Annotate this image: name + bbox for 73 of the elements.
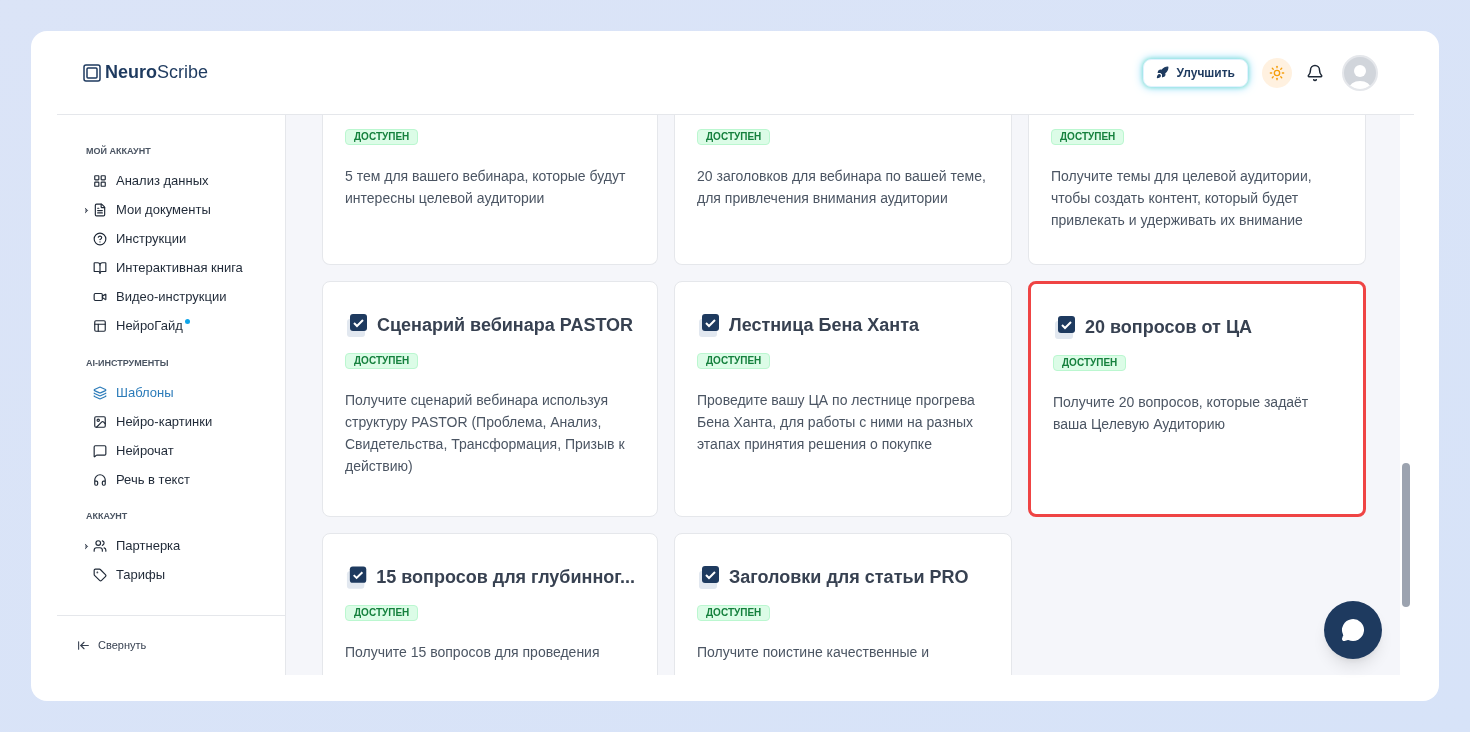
sidebar-item[interactable]: Интерактивная книга bbox=[86, 253, 285, 283]
status-badge: ДОСТУПЕН bbox=[1053, 355, 1127, 371]
card-description: Получите поистине качественные и bbox=[697, 643, 931, 662]
template-card[interactable]: Лестница Бена Ханта ДОСТУПЕН Проведите вашу ЦА по лестнице прогрева Бена Ханта, для работы с ними на разных этапах принятия решения о покупке bbox=[674, 281, 1012, 517]
checkbox-icon bbox=[697, 564, 721, 591]
section-heading: АККАУНТ bbox=[86, 510, 129, 523]
notification-bell-icon[interactable] bbox=[1306, 63, 1324, 82]
card-title: Лестница Бена Ханта bbox=[729, 314, 919, 337]
status-badge: ДОСТУПЕН bbox=[697, 353, 771, 369]
status-badge: ДОСТУПЕН bbox=[697, 129, 771, 145]
card-description: Получите сценарий вебинара используя структуру PASTOR (Проблема, Анализ, Свидетельства, Трансформация, Призыв к действию) bbox=[345, 391, 626, 476]
book-icon bbox=[93, 261, 107, 275]
template-card[interactable]: ДОСТУПЕН Получите темы для целевой аудитории, чтобы создать контент, который будет привлекать и удерживать их внимание bbox=[1028, 115, 1366, 265]
section-heading: AI-ИНСТРУМЕНТЫ bbox=[86, 356, 170, 370]
template-card[interactable]: Заголовки для статьи PRO ДОСТУПЕН Получите поистине качественные и bbox=[674, 533, 1012, 675]
headphones-icon bbox=[93, 472, 107, 487]
collapse-button[interactable]: Свернуть bbox=[77, 637, 147, 654]
upgrade-button[interactable]: Улучшить bbox=[1142, 58, 1248, 87]
grid-icon bbox=[93, 174, 107, 188]
checkbox-icon bbox=[345, 312, 369, 339]
status-badge: ДОСТУПЕН bbox=[345, 605, 419, 621]
template-card[interactable]: 15 вопросов для глубинног... ДОСТУПЕН Получите 15 вопросов для проведения bbox=[322, 533, 658, 675]
sidebar-item[interactable]: Анализ данных bbox=[86, 166, 285, 196]
layers-icon bbox=[93, 385, 107, 400]
card-title: Сценарий вебинара PASTOR bbox=[377, 314, 634, 337]
sidebar-item[interactable]: НейроГайд bbox=[86, 311, 285, 341]
template-card[interactable]: ДОСТУПЕН 20 заголовков для вебинара по вашей теме, для привлечения внимания аудитории bbox=[674, 115, 1012, 265]
status-badge: ДОСТУПЕН bbox=[697, 605, 771, 621]
sidebar-item[interactable]: Шаблоны bbox=[86, 378, 285, 407]
collapse-icon bbox=[77, 639, 90, 652]
sun-icon bbox=[1269, 64, 1285, 81]
sidebar-item[interactable]: Партнерка bbox=[86, 531, 285, 561]
status-badge: ДОСТУПЕН bbox=[1051, 129, 1125, 145]
help-icon bbox=[93, 232, 107, 246]
tag-icon bbox=[93, 568, 107, 582]
status-badge: ДОСТУПЕН bbox=[345, 129, 419, 145]
layout-icon bbox=[93, 319, 107, 333]
document-icon bbox=[93, 203, 107, 217]
checkbox-icon bbox=[1053, 314, 1077, 341]
chat-icon bbox=[93, 443, 107, 458]
logo-icon bbox=[83, 63, 101, 82]
sidebar-item[interactable]: Нейро-картинки bbox=[86, 407, 285, 436]
chat-bubble-icon bbox=[1341, 618, 1365, 642]
sidebar-item[interactable]: Речь в текст bbox=[86, 465, 285, 494]
checkbox-icon bbox=[345, 564, 369, 591]
card-description: Получите 15 вопросов для проведения bbox=[345, 643, 601, 662]
users-icon bbox=[93, 539, 107, 553]
checkbox-icon bbox=[697, 312, 721, 339]
template-card[interactable]: ДОСТУПЕН 5 тем для вашего вебинара, которые будут интересны целевой аудитории bbox=[322, 115, 658, 265]
status-badge: ДОСТУПЕН bbox=[345, 353, 419, 369]
section-heading: МОЙ АККАУНТ bbox=[86, 145, 152, 158]
avatar[interactable] bbox=[1342, 54, 1378, 91]
card-description: Получите темы для целевой аудитории, чтобы создать контент, который будет привлекать и удерживать их внимание bbox=[1051, 167, 1313, 230]
sidebar-item[interactable]: Видео-инструкции bbox=[86, 282, 285, 312]
card-title: 15 вопросов для глубинног... bbox=[376, 566, 635, 589]
sidebar-item[interactable]: Тарифы bbox=[86, 560, 285, 590]
card-title: 20 вопросов от ЦА bbox=[1085, 316, 1253, 339]
card-description: Получите 20 вопросов, которые задаёт ваша Целевую Аудиторию bbox=[1053, 393, 1310, 434]
app-logo[interactable]: NeuroScribe bbox=[105, 59, 209, 86]
card-title: Заголовки для статьи PRO bbox=[729, 566, 969, 589]
sidebar-item[interactable]: Нейрочат bbox=[86, 436, 285, 465]
card-description: Проведите вашу ЦА по лестнице прогрева Бена Ханта, для работы с ними на разных этапах принятия решения о покупке bbox=[697, 391, 976, 454]
image-icon bbox=[93, 414, 107, 429]
scrollbar-thumb[interactable] bbox=[1402, 463, 1410, 607]
sidebar-item[interactable]: Инструкции bbox=[86, 224, 285, 254]
card-description: 20 заголовков для вебинара по вашей теме, для привлечения внимания аудитории bbox=[697, 167, 987, 208]
template-card[interactable]: Сценарий вебинара PASTOR ДОСТУПЕН Получите сценарий вебинара используя структуру PASTOR (Проблема, Анализ, Свидетельства, Трансформация, Призыв к действию) bbox=[322, 281, 658, 517]
video-camera-icon bbox=[93, 290, 107, 304]
rocket-icon bbox=[1155, 66, 1169, 79]
template-card[interactable]: 20 вопросов от ЦА ДОСТУПЕН Получите 20 вопросов, которые задаёт ваша Целевую Аудиторию bbox=[1028, 281, 1366, 517]
theme-toggle[interactable] bbox=[1262, 57, 1292, 88]
sidebar-item[interactable]: Мои документы bbox=[86, 195, 285, 225]
card-description: 5 тем для вашего вебинара, которые будут интересны целевой аудитории bbox=[345, 167, 627, 208]
